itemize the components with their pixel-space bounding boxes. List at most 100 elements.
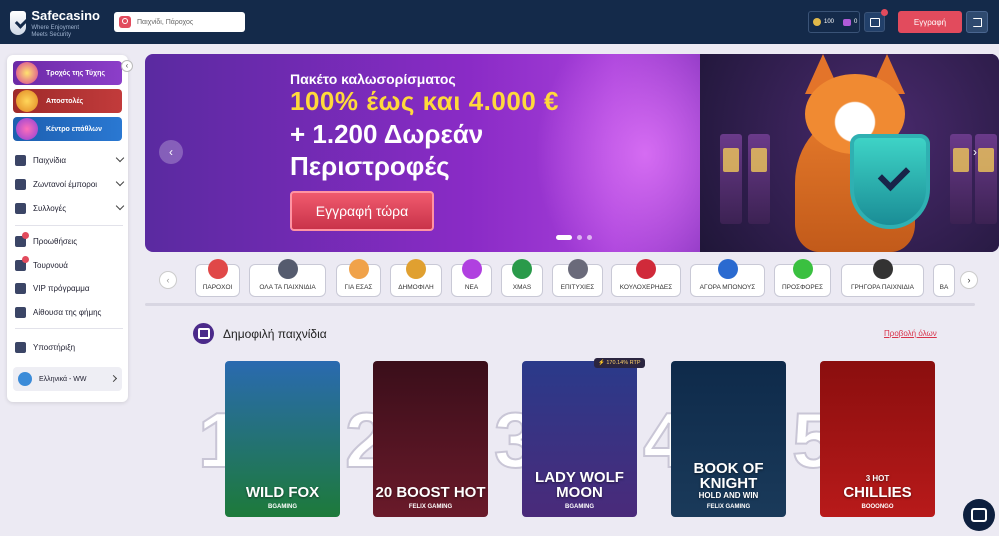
sidebar-promo-rewards[interactable]: Κέντρο επάθλων <box>13 117 122 141</box>
trophy-icon <box>15 255 29 271</box>
category-for-you[interactable]: ΓΙΑ ΕΣΑΣ <box>336 259 381 297</box>
sidebar-promo-missions[interactable]: Αποστολές <box>13 89 122 113</box>
register-button[interactable]: Εγγραφή <box>898 11 962 33</box>
gift-icon <box>869 17 880 27</box>
category-label: ΑΓΟΡΑ ΜΠΟΝΟΥΣ <box>699 284 756 291</box>
category-label: ΓΡΗΓΟΡΑ ΠΑΙΧΝΙΔΙΑ <box>850 284 915 291</box>
category-providers[interactable]: ΠΑΡΟΧΟΙ <box>195 259 240 297</box>
chevron-right-icon <box>109 374 118 383</box>
game-tile-lady-wolf-moon[interactable]: LADY WOLF MOON BGAMING <box>522 361 637 517</box>
microphone-icon <box>567 259 588 279</box>
category-label: ΝΕΑ <box>464 284 479 291</box>
carousel-dot[interactable] <box>577 235 582 240</box>
carousel-dot-active[interactable] <box>556 235 572 240</box>
category-label: ΓΙΑ ΕΣΑΣ <box>344 284 373 291</box>
sidebar-item-support[interactable]: Υποστήριξη <box>15 339 123 355</box>
game-provider: BGAMING <box>268 504 297 510</box>
game-tile-20-boost-hot[interactable]: 20 BOOST HOT FELIX GAMING <box>373 361 488 517</box>
carousel-next-button[interactable]: › <box>963 140 987 164</box>
sidebar-item-label: Υποστήριξη <box>33 342 76 352</box>
support-icon <box>15 341 26 353</box>
category-partial[interactable]: ΒΑ <box>933 264 955 297</box>
game-tile-3-hot-chillies[interactable]: 3 HOT CHILLIES BOOONGO <box>820 361 935 517</box>
sidebar-item-promotions[interactable]: Προωθήσεις <box>15 231 123 249</box>
sidebar-item-live-dealers[interactable]: Ζωντανοί έμποροι <box>15 176 125 192</box>
game-provider: BOOONGO <box>861 504 894 510</box>
divider <box>15 328 123 329</box>
search-input[interactable]: Παιχνίδι, Πάροχος <box>114 12 245 32</box>
games-icon <box>15 154 26 166</box>
game-title: WILD FOX <box>245 484 320 501</box>
game-subtitle: 3 HOT <box>865 474 890 483</box>
logo-name: Safecasino <box>31 7 100 23</box>
category-bonus-buy[interactable]: ΑΓΟΡΑ ΜΠΟΝΟΥΣ <box>690 259 765 297</box>
carousel-dots <box>556 235 592 240</box>
game-subtitle: HOLD AND WIN <box>698 491 759 500</box>
logo-tagline: Where Enjoyment Meets Security <box>31 24 80 38</box>
category-slots[interactable]: ΚΟΥΛΟΧΕΡΗΔΕΣ <box>611 259 681 297</box>
sidebar-item-collections[interactable]: Συλλογές <box>15 200 125 216</box>
gem-balance: 0 <box>854 19 858 25</box>
carousel-prev-button[interactable]: ‹ <box>159 140 183 164</box>
category-popular[interactable]: ΔΗΜΟΦΙΛΗ <box>390 259 442 297</box>
search-placeholder: Παιχνίδι, Πάροχος <box>137 18 194 26</box>
carousel-dot[interactable] <box>587 235 592 240</box>
category-offers[interactable]: ΠΡΟΣΦΟΡΕΣ <box>774 259 831 297</box>
gift-button[interactable] <box>864 9 888 32</box>
category-label: ΠΡΟΣΦΟΡΕΣ <box>781 284 824 291</box>
search-icon <box>119 16 131 28</box>
sidebar-item-label: Προωθήσεις <box>33 236 78 246</box>
potion-icon <box>792 259 813 279</box>
hero-register-button[interactable]: Εγγραφή τώρα <box>290 191 434 231</box>
sidebar-item-games[interactable]: Παιχνίδια <box>15 152 125 168</box>
sidebar-promo-wheel[interactable]: Τροχός της Τύχης <box>13 61 122 85</box>
missions-icon <box>16 90 38 112</box>
login-button[interactable] <box>966 11 988 33</box>
treasure-chest-icon <box>717 259 738 279</box>
category-xmas[interactable]: XMAS <box>501 259 543 297</box>
game-title: 20 BOOST HOT <box>375 484 486 501</box>
bomb-icon <box>872 259 893 279</box>
sidebar-item-label: VIP πρόγραμμα <box>33 283 90 293</box>
category-scroll-track[interactable] <box>145 303 975 306</box>
sidebar-item-hall-of-fame[interactable]: Αίθουσα της φήμης <box>15 304 123 320</box>
sidebar-item-label: Συλλογές <box>33 203 67 213</box>
category-next-button[interactable]: › <box>960 271 978 289</box>
sidebar-item-vip[interactable]: VIP πρόγραμμα <box>15 280 123 296</box>
shield-logo-icon <box>10 11 27 35</box>
chat-support-button[interactable] <box>963 499 995 531</box>
wheel-icon <box>16 62 38 84</box>
category-label: ΟΛΑ ΤΑ ΠΑΙΧΝΙΔΙΑ <box>259 284 316 291</box>
live-dealer-icon <box>15 178 26 190</box>
game-tile-wild-fox[interactable]: WILD FOX BGAMING <box>225 361 340 517</box>
category-label: ΕΠΙΤΥΧΙΕΣ <box>560 284 595 291</box>
coin-icon <box>813 18 821 26</box>
section-title: Δημοφιλή παιχνίδια <box>223 327 327 341</box>
globe-icon <box>18 372 32 386</box>
sidebar-collapse-button[interactable]: ‹ <box>121 60 133 72</box>
game-tile-book-of-knight[interactable]: BOOK OF KNIGHT HOLD AND WIN FELIX GAMING <box>671 361 786 517</box>
crown-icon <box>406 259 426 279</box>
hero-subtitle: Πακέτο καλωσορίσματος <box>290 71 456 87</box>
promo-label: Τροχός της Τύχης <box>46 69 106 77</box>
balance-display[interactable]: 100 0 <box>808 11 860 33</box>
coin-balance: 100 <box>824 19 835 25</box>
logo[interactable]: Safecasino Where Enjoyment Meets Securit… <box>10 8 100 38</box>
hero-banner[interactable]: Πακέτο καλωσορίσματος 100% έως και 4.000… <box>145 54 999 252</box>
joystick-icon <box>207 259 228 279</box>
category-prev-button[interactable]: ‹ <box>159 271 177 289</box>
hero-headline: 100% έως και 4.000 € <box>290 86 559 116</box>
collections-icon <box>15 202 26 214</box>
chevron-down-icon <box>115 153 125 163</box>
game-provider: BGAMING <box>565 504 594 510</box>
view-all-link[interactable]: Προβολή όλων <box>884 329 937 338</box>
cherry-icon <box>636 259 656 279</box>
category-new[interactable]: ΝΕΑ <box>451 259 492 297</box>
category-fast-games[interactable]: ΓΡΗΓΟΡΑ ΠΑΙΧΝΙΔΙΑ <box>841 259 924 297</box>
game-provider: FELIX GAMING <box>408 504 453 510</box>
sidebar-item-tournaments[interactable]: Τουρνουά <box>15 255 123 273</box>
category-hits[interactable]: ΕΠΙΤΥΧΙΕΣ <box>552 259 603 297</box>
sidebar-item-label: Αίθουσα της φήμης <box>33 307 102 317</box>
language-selector[interactable]: Ελληνικά - WW <box>13 367 122 391</box>
category-all-games[interactable]: ΟΛΑ ΤΑ ΠΑΙΧΝΙΔΙΑ <box>249 259 326 297</box>
